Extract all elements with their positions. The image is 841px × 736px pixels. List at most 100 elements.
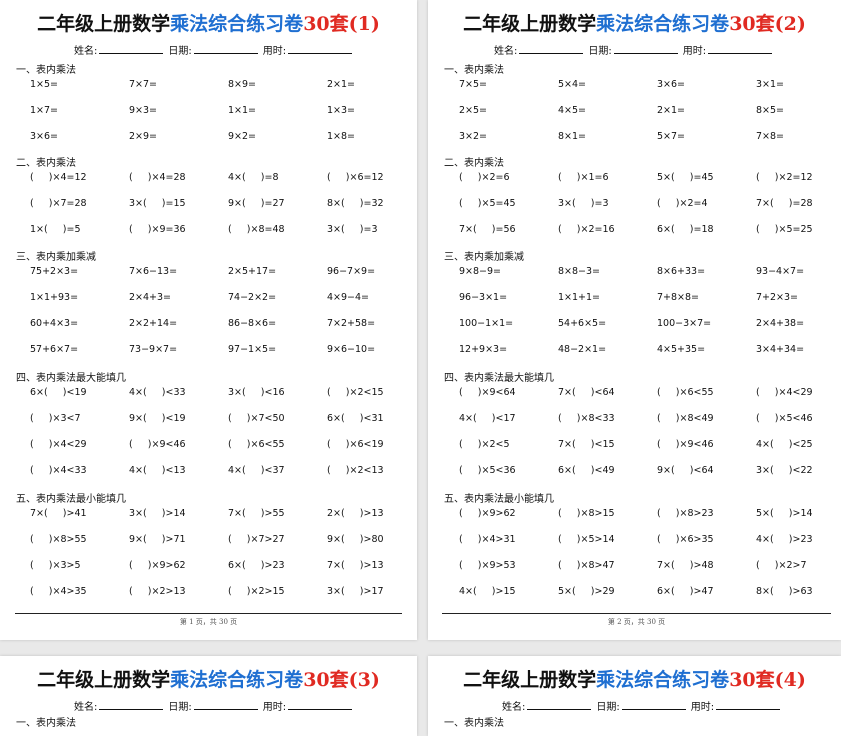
problem-cell: 7×( )<15 xyxy=(558,439,615,450)
problem-cell: 96−3×1= xyxy=(459,292,508,303)
problem-cell: ( )×5=25 xyxy=(756,224,813,235)
problem-cell: 3×( )>14 xyxy=(129,508,186,519)
problem-cell: 5×4= xyxy=(558,79,587,90)
title-grade-part: 二年级上册数学 xyxy=(37,669,171,691)
page-footer: 第 2 页，共 30 页 xyxy=(442,613,831,627)
problem-cell: 8×9= xyxy=(228,79,257,90)
title-grade-part: 二年级上册数学 xyxy=(37,13,171,35)
problem-cell: ( )×7>27 xyxy=(228,534,285,545)
problem-cell: 6×( )>47 xyxy=(657,586,714,597)
title-set-part: 30套(1) xyxy=(303,13,380,35)
problem-cell: 6×( )>23 xyxy=(228,560,285,571)
problem-cell: 54+6×5= xyxy=(558,318,607,329)
problem-cell: ( )×6<19 xyxy=(327,439,384,450)
problem-cell: 7×( )>55 xyxy=(228,508,285,519)
name-label: 姓名: xyxy=(74,46,98,57)
problem-cell: 4×( )>23 xyxy=(756,534,813,545)
problem-cell: 7×( )=56 xyxy=(459,224,516,235)
date-blank xyxy=(613,44,678,54)
problem-cell: 9×( )<19 xyxy=(129,413,186,424)
problem-cell: ( )×5=45 xyxy=(459,198,516,209)
problem-cell: 6×( )<49 xyxy=(558,465,615,476)
problem-cell: ( )×8>55 xyxy=(30,534,87,545)
problem-cell: 8×5= xyxy=(756,105,785,116)
problem-cell: 8×( )>63 xyxy=(756,586,813,597)
problem-cell: ( )×6>35 xyxy=(657,534,714,545)
problem-cell: ( )×1=6 xyxy=(558,172,609,183)
problem-cell: 3×( )=3 xyxy=(327,224,378,235)
problem-cell: 4×( )<13 xyxy=(129,465,186,476)
worksheet-title: 二年级上册数学乘法综合练习卷30套(1) xyxy=(0,10,417,38)
problem-cell: 2×2+14= xyxy=(129,318,178,329)
problem-cell: ( )×8<49 xyxy=(657,413,714,424)
section-title: 四、表内乘法最大能填几 xyxy=(16,373,126,384)
problem-cell: 7+2×3= xyxy=(756,292,799,303)
date-label: 日期: xyxy=(596,702,620,713)
problem-cell: 9×3= xyxy=(129,105,158,116)
problem-cell: 5×( )=45 xyxy=(657,172,714,183)
problem-cell: 7×6−13= xyxy=(129,266,178,277)
problem-cell: 4×9−4= xyxy=(327,292,370,303)
section-title: 一、表内乘法 xyxy=(444,65,504,76)
time-blank xyxy=(288,700,353,710)
problem-cell: 1×1= xyxy=(228,105,257,116)
problem-cell: ( )×9<46 xyxy=(129,439,186,450)
problem-cell: ( )×2>15 xyxy=(228,586,285,597)
date-blank xyxy=(193,44,258,54)
problem-cell: 3×6= xyxy=(657,79,686,90)
date-blank xyxy=(621,700,686,710)
problem-cell: 57+6×7= xyxy=(30,344,79,355)
problem-cell: ( )×4>31 xyxy=(459,534,516,545)
date-blank xyxy=(193,700,258,710)
date-label: 日期: xyxy=(168,702,192,713)
name-label: 姓名: xyxy=(494,46,518,57)
problem-cell: 4×( )<25 xyxy=(756,439,813,450)
problem-cell: 8×6+33= xyxy=(657,266,706,277)
section-title: 五、表内乘法最小能填几 xyxy=(16,494,126,505)
problem-cell: 7×( )>13 xyxy=(327,560,384,571)
problem-cell: ( )×2=12 xyxy=(756,172,813,183)
problem-cell: 1×1+93= xyxy=(30,292,79,303)
title-topic-part: 乘法综合练习卷 xyxy=(596,13,730,35)
problem-cell: 9×8−9= xyxy=(459,266,502,277)
problem-cell: 1×8= xyxy=(327,131,356,142)
title-set-part: 30套(4) xyxy=(729,669,806,691)
title-set-part: 30套(3) xyxy=(303,669,380,691)
problem-cell: 3×( )<16 xyxy=(228,387,285,398)
problem-cell: 7+8×8= xyxy=(657,292,700,303)
problem-cell: 3×( )<22 xyxy=(756,465,813,476)
problem-cell: ( )×4<29 xyxy=(30,439,87,450)
name-label: 姓名: xyxy=(502,702,526,713)
problem-cell: ( )×9>62 xyxy=(129,560,186,571)
problem-cell: 9×2= xyxy=(228,131,257,142)
problem-cell: ( )×5>14 xyxy=(558,534,615,545)
title-topic-part: 乘法综合练习卷 xyxy=(170,669,304,691)
problem-cell: 1×7= xyxy=(30,105,59,116)
problem-cell: 3×2= xyxy=(459,131,488,142)
problem-cell: 7×5= xyxy=(459,79,488,90)
problem-cell: ( )×4=28 xyxy=(129,172,186,183)
problem-cell: ( )×9<46 xyxy=(657,439,714,450)
problem-cell: ( )×2<5 xyxy=(459,439,510,450)
problem-cell: ( )×6=12 xyxy=(327,172,384,183)
problem-cell: ( )×2<15 xyxy=(327,387,384,398)
time-blank xyxy=(708,44,773,54)
problem-cell: 2×5+17= xyxy=(228,266,277,277)
problem-cell: ( )×6<55 xyxy=(657,387,714,398)
time-label: 用时: xyxy=(262,702,287,713)
problem-cell: 8×( )=32 xyxy=(327,198,384,209)
problem-cell: ( )×9>53 xyxy=(459,560,516,571)
problem-cell: 5×( )>29 xyxy=(558,586,615,597)
problem-cell: 3×1= xyxy=(756,79,785,90)
problem-cell: 8×1= xyxy=(558,131,587,142)
problem-cell: ( )×8>47 xyxy=(558,560,615,571)
problem-cell: ( )×7<50 xyxy=(228,413,285,424)
problem-cell: 4×( )=8 xyxy=(228,172,279,183)
time-label: 用时: xyxy=(262,46,287,57)
worksheet-page-1: 二年级上册数学乘法综合练习卷30套(1) 姓名: 日期: 用时: 一、表内乘法 1×5= 7… xyxy=(0,0,417,640)
problem-cell: 9×6−10= xyxy=(327,344,376,355)
problem-cell: ( )×2>7 xyxy=(756,560,807,571)
problem-cell: 96−7×9= xyxy=(327,266,376,277)
problem-cell: ( )×4=12 xyxy=(30,172,87,183)
problem-cell: ( )×9<64 xyxy=(459,387,516,398)
